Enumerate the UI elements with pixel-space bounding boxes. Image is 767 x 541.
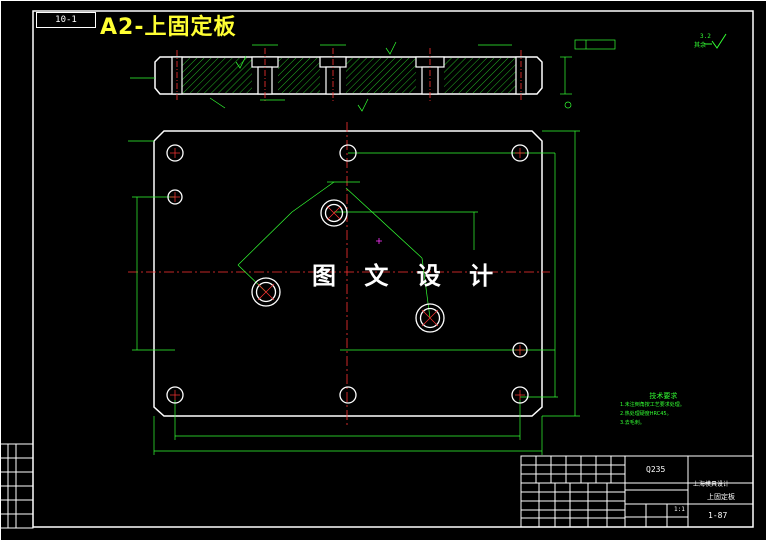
part-name: 上固定板	[707, 493, 735, 501]
design-unit: 上海模具设计	[693, 481, 730, 488]
scale-value: 1:1	[674, 506, 685, 513]
material-label: Q235	[646, 465, 666, 474]
tech-note-2: 2.热处理硬度HRC45。	[620, 411, 672, 417]
roughness-label: 其余	[694, 42, 707, 49]
sheet-number: 1-87	[708, 511, 728, 520]
drawing-title: A2-上固定板	[100, 15, 237, 40]
tech-notes-heading: 技术要求	[649, 392, 678, 400]
tech-notes: 技术要求 1.未注倒角按工艺要求处理。 2.热处理硬度HRC45。 3.去毛刺。	[620, 392, 685, 428]
section-view	[130, 39, 616, 112]
roughness-value: 3.2	[700, 33, 711, 40]
drawing-code: 10-1	[36, 12, 96, 28]
tech-note-3: 3.去毛刺。	[620, 420, 645, 426]
watermark-text: 图 文 设 计	[312, 262, 504, 290]
filing-strip	[0, 443, 34, 529]
tech-note-1: 1.未注倒角按工艺要求处理。	[620, 402, 685, 408]
hole-bc	[339, 386, 357, 404]
